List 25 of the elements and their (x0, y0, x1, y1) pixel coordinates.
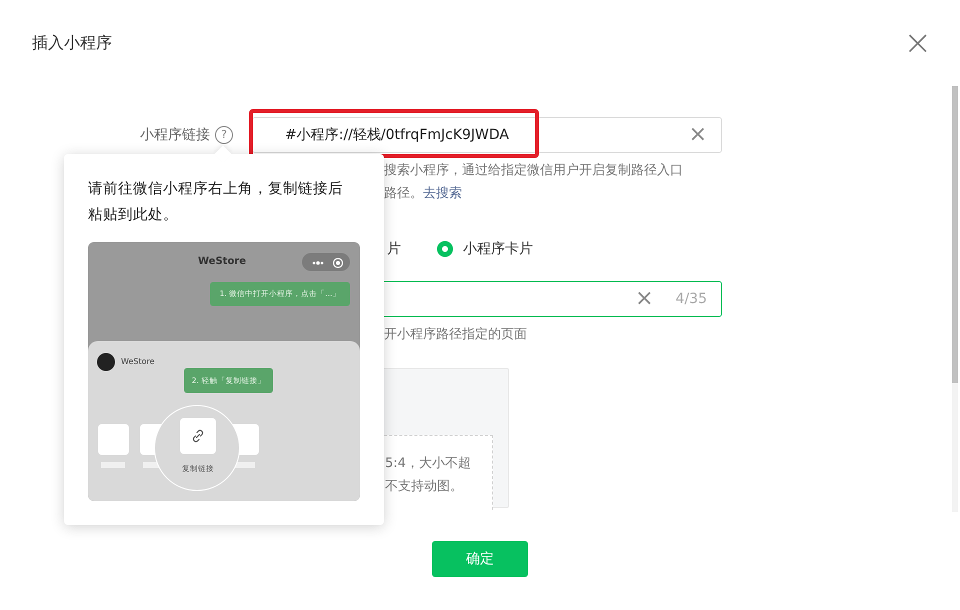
app-title: WeStore (198, 255, 246, 269)
clear-button[interactable]: × (688, 124, 707, 146)
hint-text: 开小程序路径指定的页面 (384, 326, 528, 344)
field-label: 小程序链接 (139, 126, 210, 144)
clear-button[interactable]: × (635, 288, 654, 310)
radio-button[interactable] (437, 241, 453, 257)
app-name: WeStore (121, 356, 155, 368)
confirm-button[interactable]: 确定 (432, 541, 528, 577)
upload-hint: 5:4，大小不超 (385, 455, 472, 473)
scrollbar-thumb[interactable] (952, 86, 958, 383)
search-link[interactable]: 去搜索 (423, 186, 462, 201)
link-input[interactable]: #小程序://轻栈/0tfrqFmJcK9JWDA × (252, 117, 722, 153)
help-icon[interactable]: ? (215, 126, 233, 144)
popover-text: 请前往微信小程序右上角，复制链接后粘贴到此处。 (88, 180, 344, 225)
radio-label[interactable]: 小程序卡片 (463, 238, 533, 260)
hint-text: 搜索小程序，通过给指定微信用户开启复制路径入口 (384, 162, 684, 180)
tile-icon (98, 424, 129, 455)
link-icon (190, 428, 206, 444)
hint-text: 路径。去搜索 (384, 185, 463, 203)
upload-hint: 不支持动图。 (385, 478, 464, 496)
dialog-title: 插入小程序 (32, 32, 112, 54)
capsule-drawing (302, 253, 350, 271)
radio-label[interactable]: 片 (387, 238, 401, 260)
char-counter: 4/35 (676, 290, 707, 308)
close-button[interactable]: × (904, 26, 932, 60)
